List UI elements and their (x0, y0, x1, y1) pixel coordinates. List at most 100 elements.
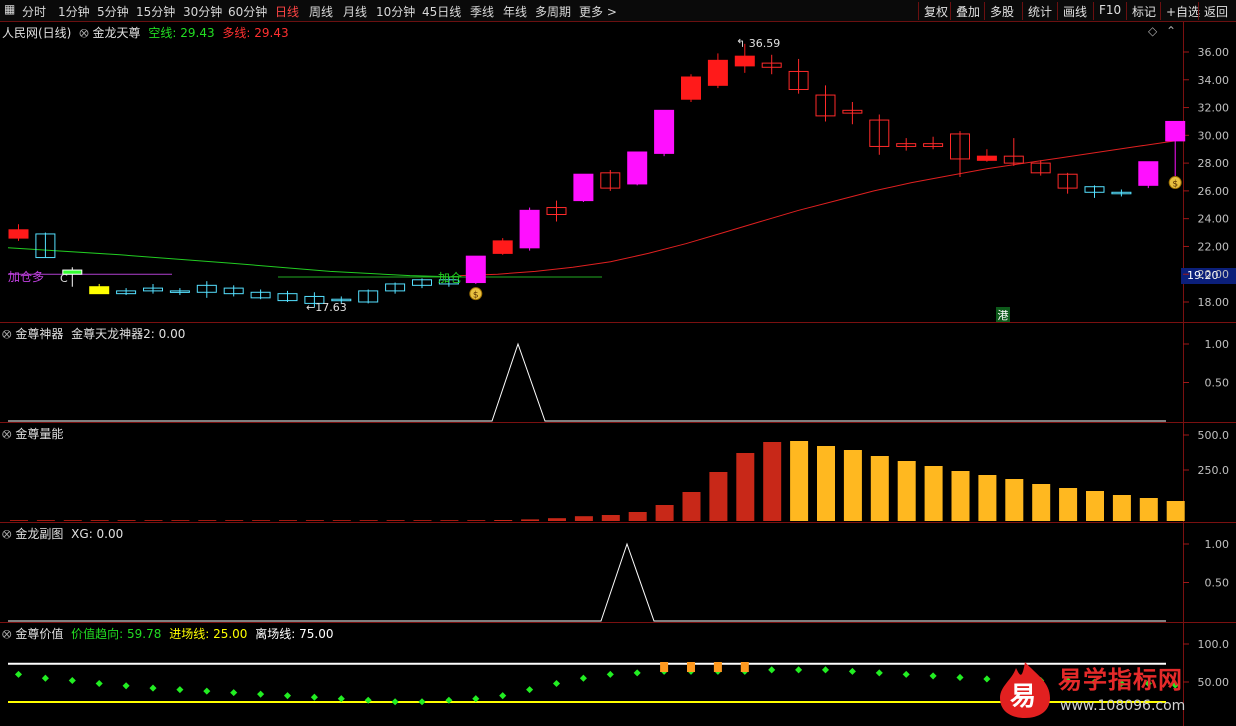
c-annotation: C (60, 272, 68, 285)
volume-bar (1005, 479, 1024, 521)
value-trend-dot (203, 687, 211, 695)
value-trend-dot (122, 682, 130, 690)
candle-body (8, 229, 29, 239)
volume-bar (440, 520, 459, 521)
y-tick-label: 34.00 (1198, 74, 1230, 87)
volume-bar (198, 520, 217, 521)
volume-bar (817, 446, 835, 521)
volume-bar (548, 518, 566, 521)
volume-bar (90, 520, 109, 521)
value-trend-dot (230, 689, 238, 697)
value-trend-dot (983, 675, 991, 683)
y-tick-label: 26.00 (1198, 185, 1230, 198)
candle-body (492, 240, 513, 254)
value-signal-bar (687, 662, 695, 672)
volume-bar (413, 520, 432, 521)
y-tick-label: 18.00 (1198, 296, 1230, 309)
value-trend-dot (176, 686, 184, 694)
value-trend-dot (41, 674, 49, 682)
volume-bar (1059, 488, 1078, 521)
volume-bar (843, 450, 862, 521)
money-bag-symbol: $ (473, 291, 479, 301)
value-trend-dot (95, 679, 103, 688)
volume-bar (924, 466, 943, 521)
volume-bar (897, 461, 916, 521)
candle-body (654, 109, 675, 154)
candle-body (465, 255, 486, 284)
value-trend-dot (875, 669, 883, 677)
y-tick-label: 36.00 (1198, 46, 1230, 59)
y-tick-label: 32.00 (1198, 102, 1230, 115)
volume-bar (144, 520, 163, 521)
watermark-logo-char: 易 (1010, 682, 1037, 712)
value-trend-dot (14, 670, 23, 678)
volume-bar (1166, 501, 1185, 521)
candle-body (707, 59, 728, 86)
volume-bar (682, 492, 701, 521)
volume-bar (1086, 491, 1104, 521)
volume-bar (655, 505, 674, 521)
volume-bar (951, 471, 970, 521)
volume-bar (763, 442, 782, 521)
pane4-tick-label: 50.00 (1198, 676, 1230, 689)
high-price-label: ↰ 36.59 (736, 37, 780, 50)
y-tick-label: 28.00 (1198, 157, 1230, 170)
value-signal-bar (740, 662, 749, 672)
value-trend-dot (68, 676, 76, 685)
candle-body (976, 155, 997, 161)
value-trend-dot (929, 672, 937, 680)
pane1-tick-label: 1.00 (1205, 338, 1230, 351)
watermark-logo: 易 (996, 660, 1054, 720)
volume-bar (332, 520, 351, 521)
volume-bar (279, 520, 297, 521)
jia-annotation: 加仓 (438, 271, 462, 285)
candle-body (734, 55, 755, 67)
chart-canvas[interactable]: 36.00 34.00 32.00 30.00 28.00 26.00 24.00 22.00… (0, 0, 1236, 726)
value-trend-dot (149, 684, 157, 692)
pane1-signal-line (8, 342, 1166, 422)
y-tick-label: 30.00 (1198, 129, 1230, 142)
value-signal-bar (660, 662, 669, 672)
volume-bar (359, 520, 378, 521)
value-signal-bar (713, 662, 722, 672)
candle-body (1138, 161, 1159, 186)
candle-body (573, 173, 594, 202)
watermark-text: 易学指标网 (1058, 666, 1183, 694)
value-trend-dot (418, 698, 426, 706)
y-tick-label: 20.00 (1198, 268, 1230, 281)
pane2-tick-label: 500.0 (1198, 429, 1230, 442)
value-trend-dot (526, 686, 534, 694)
volume-bar (870, 456, 889, 521)
volume-bar (252, 520, 271, 521)
low-price-label: ←17.63 (306, 301, 347, 314)
volume-bar (628, 512, 647, 521)
value-trend-dot (283, 692, 292, 700)
value-trend-dot (768, 666, 776, 674)
y-tick-label: 24.00 (1198, 213, 1230, 226)
candle-body (681, 76, 701, 100)
volume-bar (601, 515, 620, 521)
volume-bar (225, 520, 244, 521)
volume-bar (978, 475, 997, 521)
candle-body (519, 209, 540, 249)
volume-bar (117, 520, 136, 521)
volume-bar (386, 520, 405, 521)
pane3-tick-label: 1.00 (1205, 538, 1230, 551)
value-trend-dot (391, 698, 399, 706)
pane3-signal-line (8, 542, 1166, 622)
volume-bar (494, 520, 513, 521)
value-trend-dot (795, 666, 803, 674)
volume-bar (36, 520, 55, 521)
value-trend-dot (499, 692, 507, 700)
value-trend-dot (310, 693, 318, 701)
candle-body (1165, 120, 1186, 142)
value-trend-dot (579, 674, 587, 682)
value-trend-dot (848, 667, 856, 675)
volume-bar (171, 520, 190, 521)
volume-bar (1139, 498, 1158, 521)
pane1-tick-label: 0.50 (1205, 377, 1230, 390)
candle-body (627, 151, 648, 185)
volume-bar (467, 520, 486, 521)
duo-ma-line (459, 140, 1176, 277)
pane2-tick-label: 250.0 (1198, 464, 1230, 477)
